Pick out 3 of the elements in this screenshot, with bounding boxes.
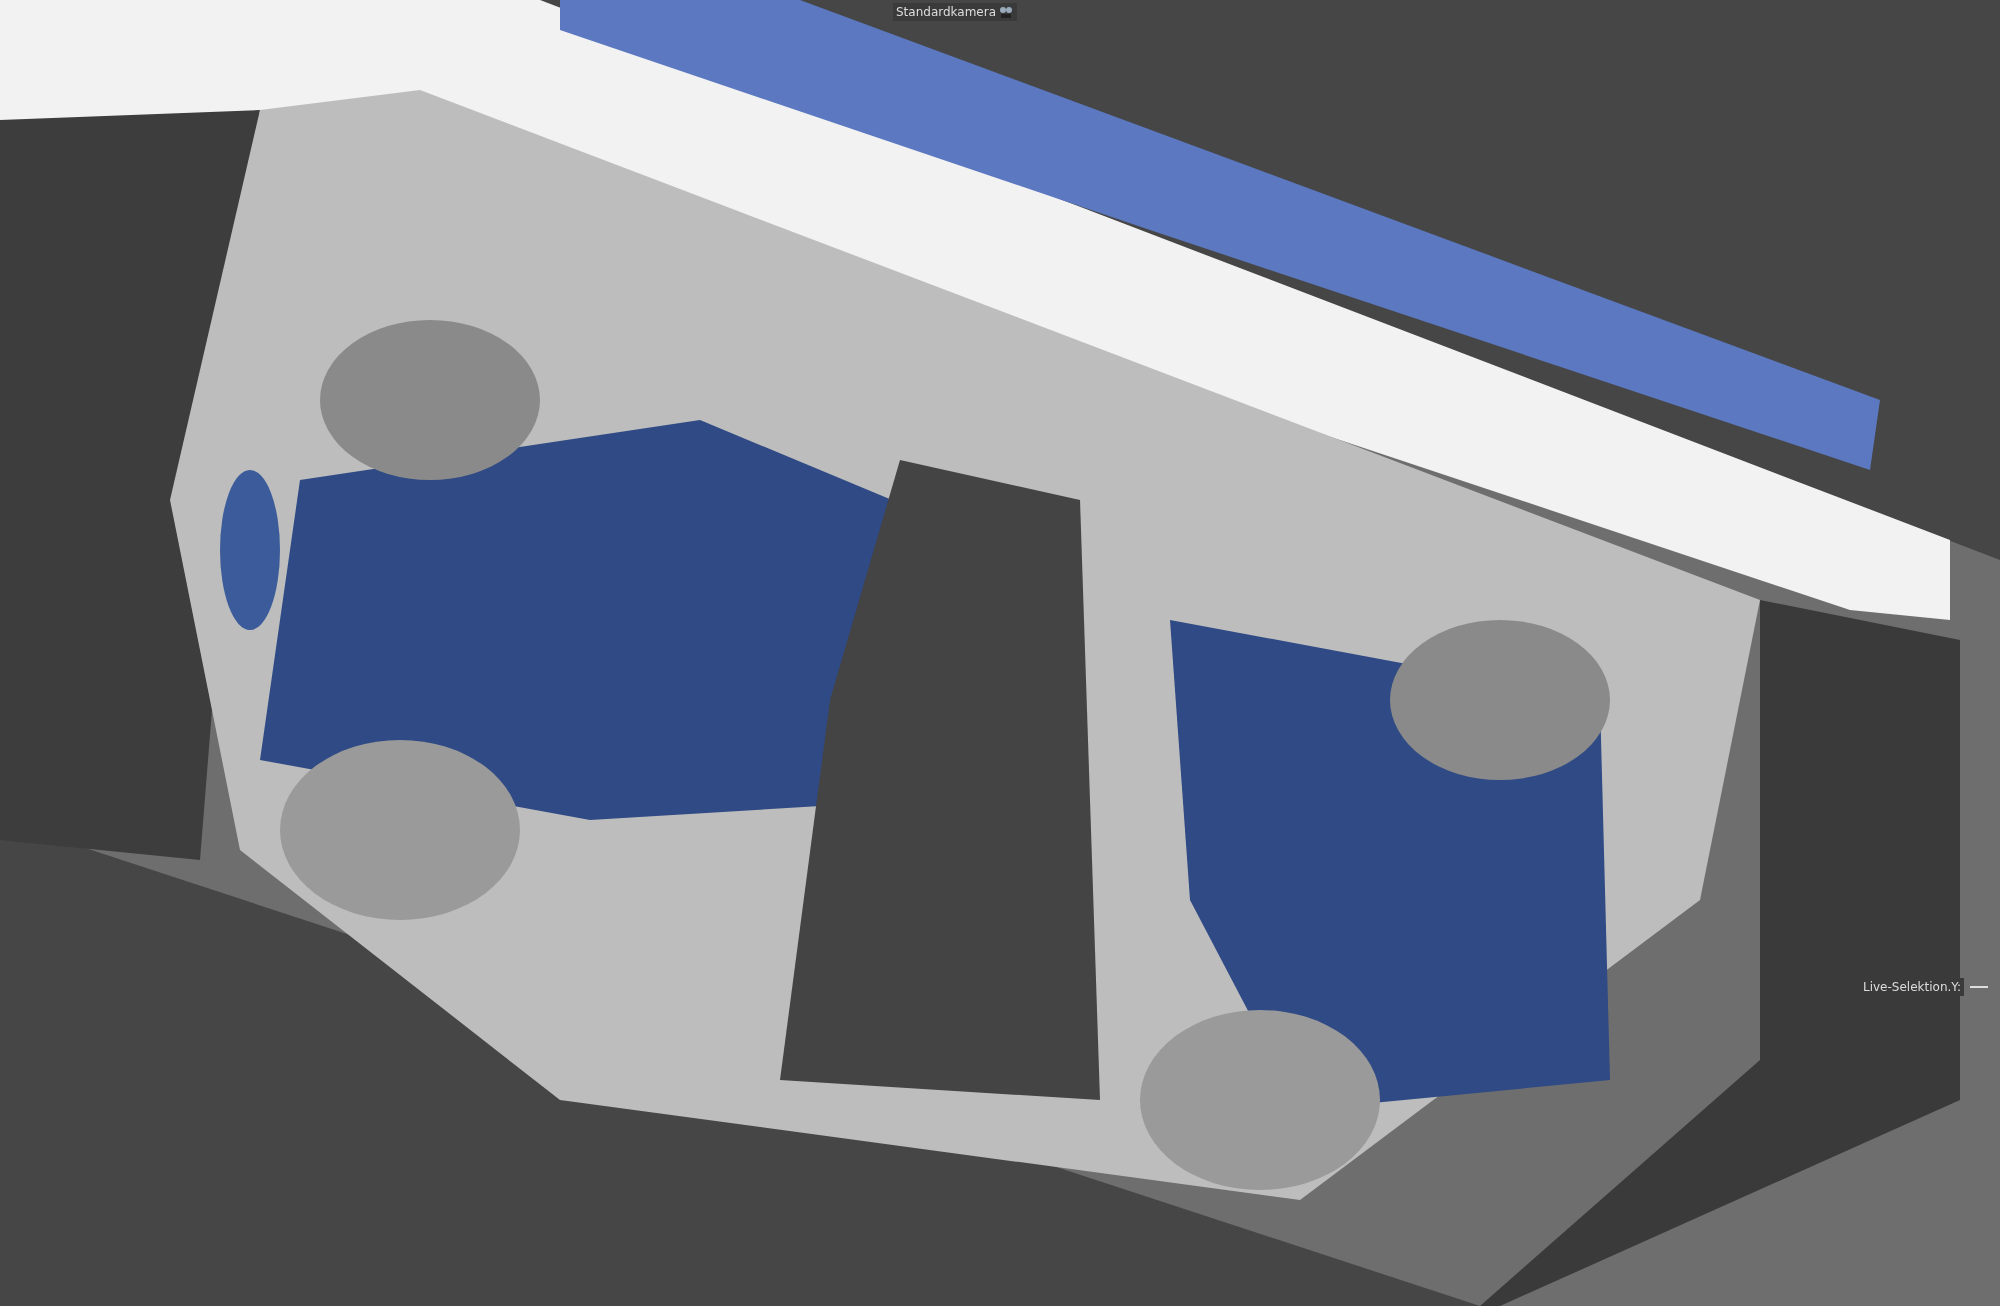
- axis-line: [1970, 986, 1989, 988]
- camera-label[interactable]: Standardkamera: [893, 3, 1018, 21]
- camera-icon[interactable]: [998, 6, 1015, 18]
